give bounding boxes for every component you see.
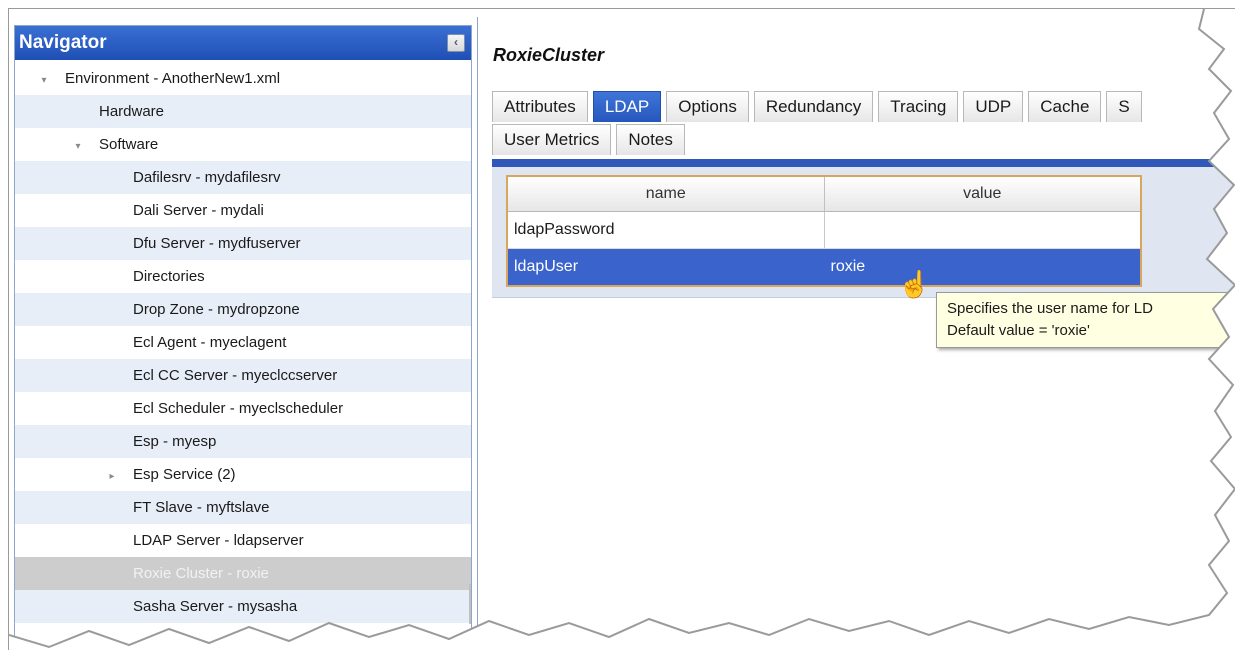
cell-name[interactable]: ldapUser — [507, 248, 825, 287]
tree-item-label: Esp Service (2) — [133, 466, 236, 483]
tree-item[interactable]: Dfu Server - mydfuserver — [15, 227, 471, 260]
tab-cache[interactable]: Cache — [1028, 91, 1102, 122]
hand-cursor-icon: ☝ — [898, 269, 931, 299]
tab-attributes[interactable]: Attributes — [492, 91, 588, 122]
expand-toggle-icon[interactable]: ▾ — [37, 64, 51, 97]
column-header-name[interactable]: name — [507, 176, 825, 212]
navigator-panel: Navigator ‹ ▾ Environment - AnotherNew1.x… — [14, 25, 472, 650]
cell-value[interactable]: roxie — [824, 248, 1142, 287]
tooltip: Specifies the user name for LD Default v… — [936, 292, 1235, 348]
tree-item-label: Dafilesrv - mydafilesrv — [133, 169, 281, 186]
tab-ldap[interactable]: LDAP — [592, 91, 662, 122]
tree-item-label: LDAP Server - ldapserver — [133, 532, 304, 549]
tab-row: Attributes LDAP Options Redundancy Tracing UD… — [492, 91, 1235, 124]
tree-item-label: Esp - myesp — [133, 433, 217, 450]
tree-item-label: Software — [99, 136, 159, 153]
page-title: RoxieCluster — [493, 45, 605, 65]
tree-item[interactable]: ▾ Software — [15, 128, 471, 161]
tree-item[interactable]: Dali Server - mydali — [15, 194, 471, 227]
tree-item[interactable]: ▾ Environment - AnotherNew1.xml — [15, 62, 471, 95]
tab-tracing[interactable]: Tracing — [878, 91, 959, 122]
tree-item[interactable]: Sasha Server - mysasha — [15, 590, 471, 623]
tree-item-label: Environment - AnotherNew1.xml — [65, 70, 281, 87]
tree-item[interactable]: LDAP Server - ldapserver — [15, 524, 471, 557]
tree-item[interactable]: Roxie Cluster - roxie — [15, 557, 471, 590]
tree-item[interactable]: Dafilesrv - mydafilesrv — [15, 161, 471, 194]
cell-value[interactable] — [824, 211, 1142, 249]
tree-item-label: Ecl Scheduler - myeclscheduler — [133, 400, 344, 417]
app-window: Navigator ‹ ▾ Environment - AnotherNew1.x… — [8, 8, 1235, 650]
tree-item[interactable]: Ecl Agent - myeclagent — [15, 326, 471, 359]
table-row[interactable]: ldapUser roxie — [507, 248, 1142, 287]
tree-item-label: FT Slave - myftslave — [133, 499, 270, 516]
tree-item[interactable]: Esp - myesp — [15, 425, 471, 458]
tab-redundancy[interactable]: Redundancy — [753, 91, 874, 122]
tree-item-label: Ecl CC Server - myeclccserver — [133, 367, 338, 384]
tab-s[interactable]: S — [1106, 91, 1142, 122]
tree-item[interactable]: Drop Zone - mydropzone — [15, 293, 471, 326]
table-row[interactable]: ldapPassword — [507, 211, 1142, 249]
tree-item[interactable]: FT Slave - myftslave — [15, 491, 471, 524]
column-header-value[interactable]: value — [824, 176, 1142, 212]
navigator-title: Navigator — [19, 32, 107, 53]
grid-body: ldapPassword ldapUser roxie — [507, 211, 1142, 287]
tree-item-label: Sasha Server - mysasha — [133, 598, 298, 615]
grid-header-row: name value — [507, 176, 1142, 212]
navigator-tree: ▾ Environment - AnotherNew1.xml Hardware ▾ S… — [15, 62, 471, 623]
tree-item[interactable]: Ecl Scheduler - myeclscheduler — [15, 392, 471, 425]
tree-item-label: Ecl Agent - myeclagent — [133, 334, 287, 351]
tree-item[interactable]: Directories — [15, 260, 471, 293]
tree-item-label: Directories — [133, 268, 205, 285]
tab-udp[interactable]: UDP — [963, 91, 1024, 122]
scrollbar[interactable] — [469, 584, 471, 624]
tree-item-label: Drop Zone - mydropzone — [133, 301, 300, 318]
expand-toggle-icon[interactable]: ▸ — [105, 460, 119, 493]
tab-strip: Attributes LDAP Options Redundancy Tracing UD… — [492, 91, 1235, 157]
tree-item-label: Dali Server - mydali — [133, 202, 264, 219]
tree-item[interactable]: ▸ Esp Service (2) — [15, 458, 471, 491]
tab-notes[interactable]: Notes — [616, 124, 685, 155]
collapse-icon[interactable]: ‹ — [447, 34, 465, 52]
expand-toggle-icon[interactable]: ▾ — [71, 130, 85, 163]
tree-item[interactable]: Hardware — [15, 95, 471, 128]
tab-options[interactable]: Options — [666, 91, 749, 122]
navigator-header: Navigator ‹ — [15, 26, 471, 60]
tab-user-metrics[interactable]: User Metrics — [492, 124, 612, 155]
detail-panel: RoxieCluster Attributes LDAP Options Redund… — [477, 17, 1235, 650]
tree-item[interactable]: Ecl CC Server - myeclccserver — [15, 359, 471, 392]
tab-row: User Metrics Notes — [492, 124, 1235, 157]
cell-name[interactable]: ldapPassword — [507, 211, 825, 249]
tooltip-line: Default value = 'roxie' — [947, 322, 1090, 339]
tree-item-label: Roxie Cluster - roxie — [133, 565, 269, 582]
tooltip-line: Specifies the user name for LD — [947, 300, 1153, 317]
tree-item-label: Dfu Server - mydfuserver — [133, 235, 301, 252]
tab-content: name value ldapPassword ldapUser roxie — [492, 167, 1235, 298]
attribute-grid: name value ldapPassword ldapUser roxie — [506, 175, 1142, 287]
tree-item-label: Hardware — [99, 103, 165, 120]
tab-divider — [492, 159, 1235, 167]
